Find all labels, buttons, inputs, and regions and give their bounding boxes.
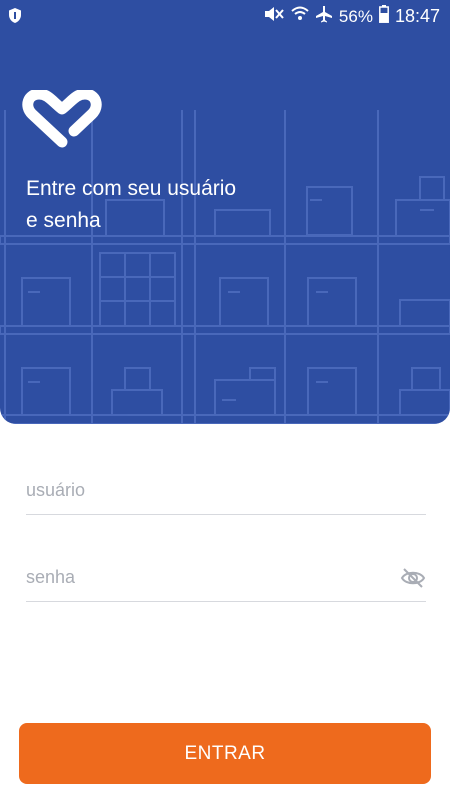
eye-off-icon[interactable] — [400, 566, 426, 595]
username-field — [26, 468, 426, 515]
clock: 18:47 — [394, 6, 440, 26]
username-input[interactable] — [26, 468, 386, 512]
shield-icon — [8, 7, 22, 29]
login-button[interactable]: ENTRAR — [19, 723, 431, 784]
heart-logo-icon — [22, 88, 102, 153]
battery-percent: 56% — [338, 6, 373, 26]
password-field — [26, 555, 426, 602]
wifi-icon — [291, 5, 309, 28]
status-bar: 56% 18:47 — [0, 0, 450, 32]
headline: Entre com seu usuário e senha — [26, 173, 326, 237]
mute-icon — [263, 5, 285, 28]
airplane-icon — [315, 5, 333, 28]
password-input[interactable] — [26, 555, 386, 599]
headline-line-2: e senha — [26, 209, 101, 232]
battery-icon — [379, 5, 389, 28]
hero-banner: 56% 18:47 Entre com seu usuário e senha — [0, 0, 450, 424]
headline-line-1: Entre com seu usuário — [26, 177, 237, 200]
